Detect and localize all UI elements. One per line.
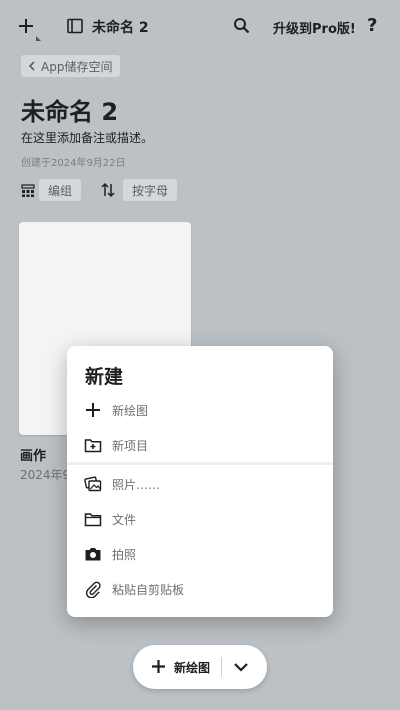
search-icon[interactable] <box>233 17 250 34</box>
breadcrumb-label: App储存空间 <box>41 59 113 74</box>
menu-item-paste[interactable]: 粘贴自剪贴板 <box>67 572 333 607</box>
fab-divider <box>221 657 222 677</box>
plus-icon <box>84 401 102 419</box>
corner-indicator <box>36 36 41 41</box>
help-button[interactable]: ? <box>367 15 377 36</box>
sort-button[interactable]: 按字母 <box>123 179 178 201</box>
fab-label[interactable]: 新绘图 <box>174 659 210 676</box>
page-title[interactable]: 未命名 2 <box>21 92 118 127</box>
menu-item-label: 拍照 <box>112 548 137 562</box>
card-date: 2024年9 <box>20 468 71 482</box>
upgrade-button[interactable]: 升级到Pro版! <box>273 18 356 37</box>
document-title[interactable]: 未命名 2 <box>92 17 149 37</box>
page-description[interactable]: 在这里添加备注或描述。 <box>21 129 153 146</box>
created-date: 创建于2024年9月22日 <box>21 158 126 169</box>
menu-item-new-drawing[interactable]: 新绘图 <box>67 393 333 428</box>
menu-item-files[interactable]: 文件 <box>67 502 333 537</box>
photos-icon <box>84 475 102 493</box>
top-bar: 未命名 2 升级到Pro版! ? <box>0 0 400 52</box>
card-title[interactable]: 画作 <box>20 445 46 464</box>
folder-icon <box>84 510 102 528</box>
chevron-down-icon[interactable] <box>233 661 249 673</box>
add-icon[interactable] <box>17 17 35 35</box>
sort-icon[interactable] <box>100 182 116 198</box>
menu-item-label: 文件 <box>112 513 137 527</box>
breadcrumb[interactable]: App储存空间 <box>21 55 121 77</box>
new-folder-icon <box>84 436 102 454</box>
sidebar-icon[interactable] <box>66 17 84 35</box>
new-menu-popup: 新建 新绘图 新项目 照片…… 文件 拍照 粘贴自剪贴板 <box>67 346 333 617</box>
menu-item-new-project[interactable]: 新项目 <box>67 428 333 463</box>
menu-item-label: 新绘图 <box>112 404 149 418</box>
menu-item-label: 新项目 <box>112 439 149 453</box>
popup-title: 新建 <box>85 366 124 388</box>
chevron-left-icon <box>27 60 37 72</box>
plus-icon[interactable] <box>150 658 167 675</box>
new-drawing-fab[interactable]: 新绘图 <box>133 645 267 689</box>
menu-divider <box>67 462 333 465</box>
paperclip-icon <box>84 580 102 598</box>
menu-item-photos[interactable]: 照片…… <box>67 467 333 502</box>
camera-icon <box>84 545 102 563</box>
menu-item-label: 照片…… <box>112 478 161 492</box>
menu-item-take-photo[interactable]: 拍照 <box>67 537 333 572</box>
group-button[interactable]: 编组 <box>39 179 82 201</box>
grid-group-icon[interactable] <box>21 184 35 198</box>
menu-item-label: 粘贴自剪贴板 <box>112 583 185 597</box>
